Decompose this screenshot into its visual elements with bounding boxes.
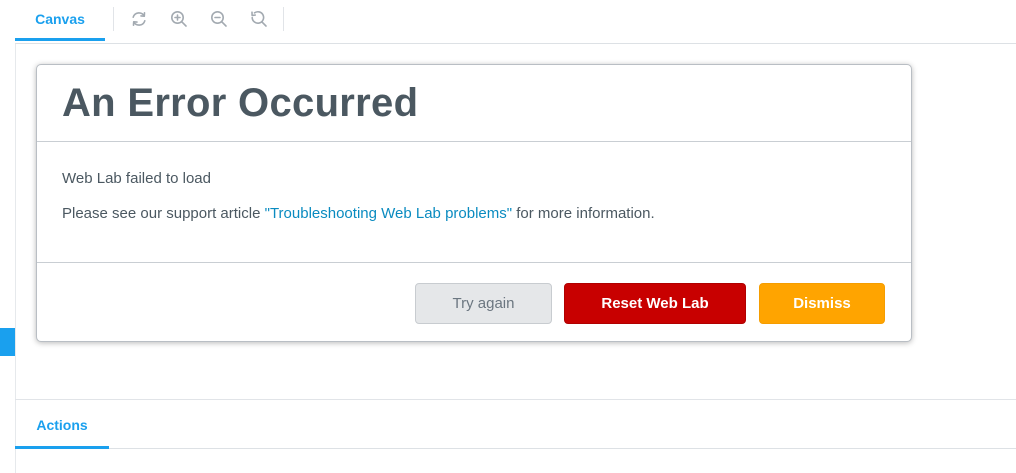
reset-web-lab-button[interactable]: Reset Web Lab [564,283,746,324]
try-again-button[interactable]: Try again [415,283,552,324]
dialog-header: An Error Occurred [37,65,911,142]
error-message: Web Lab failed to load [62,170,211,187]
dialog-title: An Error Occurred [62,81,419,125]
canvas-toolbar: Canvas [15,0,1016,44]
support-prefix: Please see our support article [62,205,265,222]
error-dialog: An Error Occurred Web Lab failed to load… [36,64,912,342]
rail-marker [0,328,15,356]
toolbar-divider [113,7,114,31]
dismiss-button[interactable]: Dismiss [759,283,885,324]
support-article-link[interactable]: "Troubleshooting Web Lab problems" [265,205,512,222]
support-suffix: for more information. [512,205,655,222]
tab-actions-label: Actions [36,417,88,433]
dialog-body: Web Lab failed to load Please see our su… [37,142,911,263]
reset-zoom-icon[interactable] [249,9,269,29]
zoom-in-icon[interactable] [169,9,189,29]
toolbar-divider [283,7,284,31]
left-rail [0,0,16,473]
actions-bar: Actions [15,399,1016,449]
tab-canvas[interactable]: Canvas [15,0,105,41]
zoom-out-icon[interactable] [209,9,229,29]
support-message: Please see our support article "Troubles… [62,205,655,222]
refresh-icon[interactable] [129,9,149,29]
tab-actions[interactable]: Actions [15,400,109,449]
tab-canvas-label: Canvas [35,11,85,27]
